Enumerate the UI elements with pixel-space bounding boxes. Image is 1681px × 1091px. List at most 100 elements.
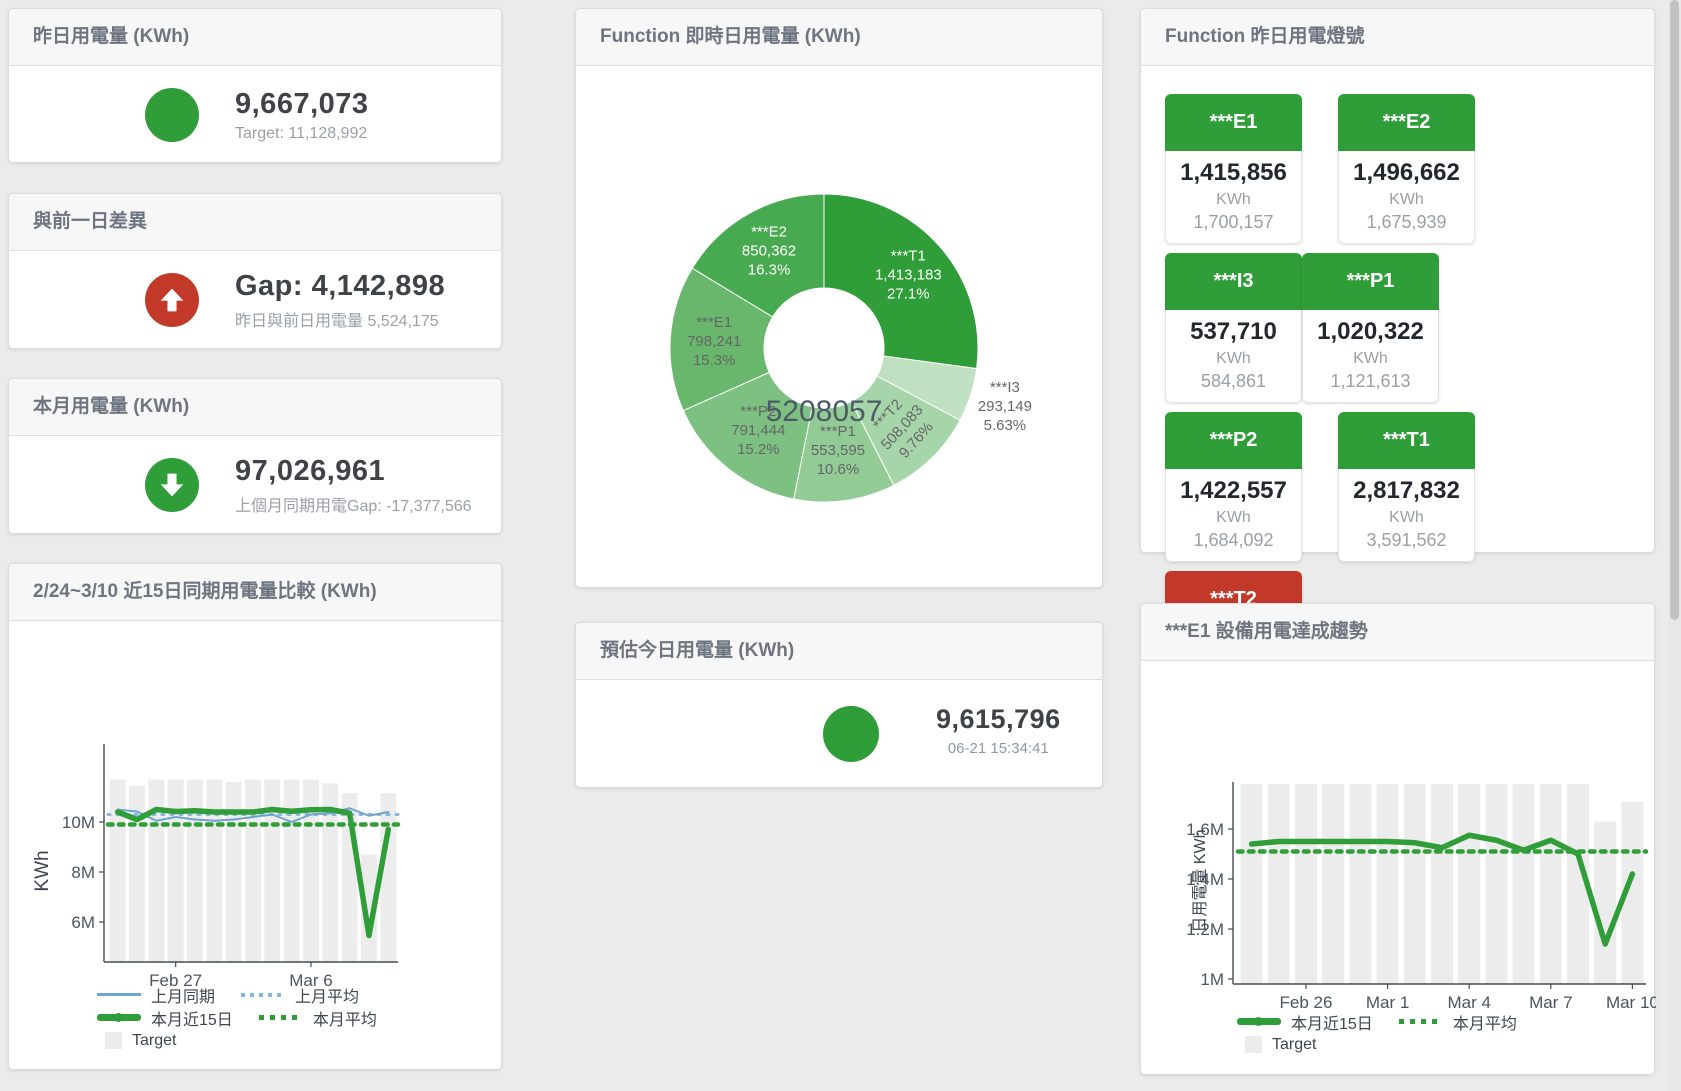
legend-item[interactable]: 本月平均 [1399,1010,1517,1034]
target-bar [206,780,222,963]
target-bar [342,793,358,962]
series-line [118,810,389,936]
legend-row: 本月近15日 本月平均 [1237,1010,1543,1033]
legend-sample-icon [1245,1036,1262,1053]
legend-item[interactable]: Target [97,1032,176,1050]
light-tile-status-header: ***E1 [1165,94,1302,151]
light-tile-body: 537,710KWh584,861 [1165,310,1302,403]
arrow-down-circle-icon [145,458,199,512]
legend-item[interactable]: 本月近15日 [1237,1010,1373,1034]
target-bar [1349,784,1371,984]
legend-sample-dot [1254,1017,1263,1026]
y-tick-label: 10M [62,813,95,832]
y-tick-label: 1M [1200,970,1224,989]
card-function-realtime: Function 即時日用電量 (KWh) ***T11,413,18327.1… [575,8,1103,588]
trend-chart-legend: 本月近15日 本月平均 Target [1237,1010,1543,1056]
target-bar [1295,784,1317,984]
target-bar [1458,784,1480,984]
legend-sample-icon [105,1032,122,1049]
scrollbar-thumb[interactable] [1670,0,1679,620]
card-title: ***E1 設備用電達成趨勢 [1165,621,1368,642]
light-tile-value: 2,817,832 [1341,477,1472,505]
legend-item[interactable]: 上月同期 [97,983,215,1007]
card-title: Function 昨日用電燈號 [1165,26,1364,47]
legend-sample-icon [1399,1019,1443,1024]
card-yesterday-usage: 昨日用電量 (KWh) 9,667,073 Target: 11,128,992 [8,8,502,163]
y-tick-label: 1.2M [1186,920,1224,939]
light-tile-unit: KWh [1305,350,1436,368]
light-tile-target: 1,700,157 [1168,212,1299,233]
legend-label: 上月同期 [151,983,215,1007]
legend-label: 本月平均 [313,1006,377,1030]
target-bar [1431,784,1453,984]
legend-sample-icon [259,1015,303,1020]
light-tile-status-header: ***E2 [1338,94,1475,151]
light-tile-unit: KWh [1341,191,1472,209]
status-circle-icon [823,706,879,762]
target-bar [264,780,280,963]
card-gap-prev-day: 與前一日差異 Gap: 4,142,898 昨日與前日用電量 5,524,175 [8,193,502,349]
legend-item[interactable]: 本月近15日 [97,1006,233,1030]
legend-sample-dot [114,1013,123,1022]
target-bar [1540,784,1562,984]
target-bar [245,780,261,963]
target-bar [284,780,300,963]
light-tile-status-header: ***I3 [1165,253,1302,310]
light-tile-target: 1,675,939 [1341,212,1472,233]
vertical-scrollbar[interactable] [1668,0,1681,1091]
light-tile-body: 2,817,832KWh3,591,562 [1338,469,1475,562]
target-bar [1268,784,1290,984]
card-title: 與前一日差異 [33,211,147,232]
light-tile-body: 1,496,662 KWh 1,675,939 [1338,151,1475,244]
light-tile-body: 1,415,856KWh1,700,157 [1165,151,1302,244]
y-tick-label: 1.4M [1186,870,1224,889]
light-tile-target: 1,121,613 [1305,371,1436,392]
estimate-value: 9,615,796 [936,704,1061,735]
donut-slice-label: ***I3293,1495.63% [978,379,1032,434]
card-title: 預估今日用電量 (KWh) [600,640,794,661]
legend-label: 上月平均 [295,983,359,1007]
light-tile-target: 584,861 [1168,371,1299,392]
legend-item[interactable]: 本月平均 [259,1006,377,1030]
card-compare-header: 2/24~3/10 近15日同期用電量比較 (KWh) [9,564,501,621]
target-bar [1404,784,1426,984]
legend-sample-icon [241,993,285,997]
target-bar [303,780,319,963]
light-tile-value: 1,496,662 [1341,159,1472,187]
legend-item[interactable]: 上月平均 [241,983,359,1007]
card-month-usage: 本月用電量 (KWh) 97,026,961 上個月同期用電Gap: -17,3… [8,378,502,534]
light-tile-status-header: ***P1 [1302,253,1439,310]
compare-chart-legend: 上月同期 上月平均本月近15日 本月平均 Target [97,983,403,1052]
series-line [1252,835,1633,944]
legend-sample-icon [1237,1018,1281,1025]
legend-row: Target [97,1029,403,1052]
legend-sample-icon [97,1014,141,1021]
target-bar [129,786,145,962]
card-estimate-today: 預估今日用電量 (KWh) 9,615,796 06-21 15:34:41 [575,622,1103,788]
yesterday-usage-target: Target: 11,128,992 [235,125,369,143]
light-tile-i3: ***I3537,710KWh584,861 [1165,253,1302,403]
card-e1-trend: ***E1 設備用電達成趨勢 1M1.2M1.4M1.6MFeb 26Mar 1… [1140,603,1655,1075]
month-usage-gap: 上個月同期用電Gap: -17,377,566 [235,492,472,516]
legend-label: 本月近15日 [151,1006,233,1030]
month-usage-value: 97,026,961 [235,455,472,488]
gap-value: Gap: 4,142,898 [235,270,445,303]
light-tile-target: 1,684,092 [1168,530,1299,551]
card-month-header: 本月用電量 (KWh) [9,379,501,436]
light-tile-status-header: ***P2 [1165,412,1302,469]
function-donut-chart: ***T11,413,18327.1%***I3293,1495.63%***T… [576,9,1104,589]
target-bar [1567,784,1589,984]
light-tile-e1: ***E11,415,856KWh1,700,157 [1165,94,1302,244]
light-tile-unit: KWh [1168,509,1299,527]
energy-dashboard: 昨日用電量 (KWh) 9,667,073 Target: 11,128,992… [0,0,1681,1091]
light-tile-value: 1,020,322 [1305,318,1436,346]
target-bar [110,780,126,963]
legend-item[interactable]: Target [1237,1036,1316,1054]
legend-label: Target [132,1032,176,1050]
light-tile-body: 1,020,322 KWh 1,121,613 [1302,310,1439,403]
target-bar [1594,822,1616,985]
y-axis-label: 日用電量 KWh [1192,829,1209,932]
legend-row: Target [1237,1033,1543,1056]
legend-sample-icon [97,993,141,996]
target-bar [380,793,396,962]
